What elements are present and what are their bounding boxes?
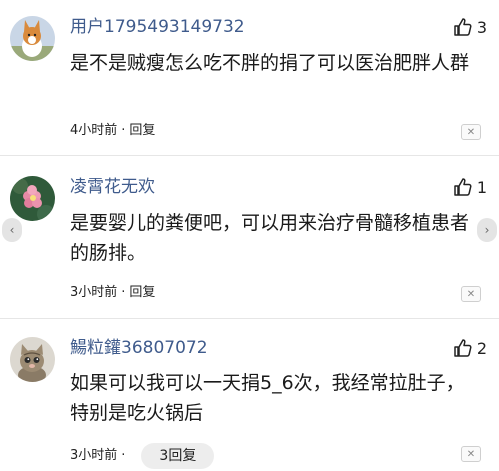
- comment-text: 如果可以我可以一天捐5_6次，我经常拉肚子，特别是吃火锅后: [70, 372, 465, 424]
- chevron-right-icon[interactable]: ›: [477, 218, 497, 242]
- meta-separator: ·: [121, 448, 126, 463]
- like-count: 2: [476, 338, 487, 358]
- like-button[interactable]: 2: [453, 337, 487, 359]
- thumbs-up-icon: [454, 178, 472, 196]
- like-count: 1: [476, 177, 487, 197]
- like-count: 3: [476, 17, 487, 37]
- corgi-dog-avatar-icon: [10, 16, 55, 61]
- flower-avatar-icon: [10, 176, 55, 221]
- meta-separator: ·: [121, 123, 126, 138]
- thumbs-up-icon: [454, 18, 472, 36]
- comment-meta: 3小时前 · 回复: [70, 284, 155, 302]
- comment-time: 3小时前: [70, 285, 118, 300]
- comment-text: 是不是贼瘦怎么吃不胖的捐了可以医治肥胖人群: [70, 52, 470, 74]
- comment-text: 是要婴儿的粪便吧，可以用来治疗骨髓移植患者的肠排。: [70, 212, 470, 264]
- username[interactable]: 凌霄花无欢: [70, 176, 155, 198]
- meta-separator: ·: [121, 285, 126, 300]
- close-icon[interactable]: ✕: [461, 124, 481, 140]
- kitten-avatar-icon: [10, 337, 55, 382]
- comment-meta: 4小时前 · 回复: [70, 122, 155, 140]
- replies-button[interactable]: 3回复: [141, 443, 215, 469]
- close-icon[interactable]: ✕: [461, 286, 481, 302]
- avatar[interactable]: [10, 176, 55, 221]
- close-icon[interactable]: ✕: [461, 446, 481, 462]
- comment-time: 3小时前: [70, 448, 118, 463]
- avatar[interactable]: [10, 337, 55, 382]
- divider: [0, 318, 499, 319]
- username[interactable]: 鰑粒鑵36807072: [70, 337, 208, 359]
- like-button[interactable]: 3: [453, 16, 487, 38]
- like-button[interactable]: 1: [453, 176, 487, 198]
- reply-button[interactable]: 回复: [129, 122, 155, 140]
- avatar[interactable]: [10, 16, 55, 61]
- reply-button[interactable]: 回复: [129, 284, 155, 302]
- username[interactable]: 用户1795493149732: [70, 16, 245, 38]
- thumbs-up-icon: [454, 339, 472, 357]
- comment-time: 4小时前: [70, 123, 118, 138]
- comment-meta: 3小时前 · 3回复: [70, 443, 215, 469]
- chevron-left-icon[interactable]: ‹: [2, 218, 22, 242]
- divider: [0, 155, 499, 156]
